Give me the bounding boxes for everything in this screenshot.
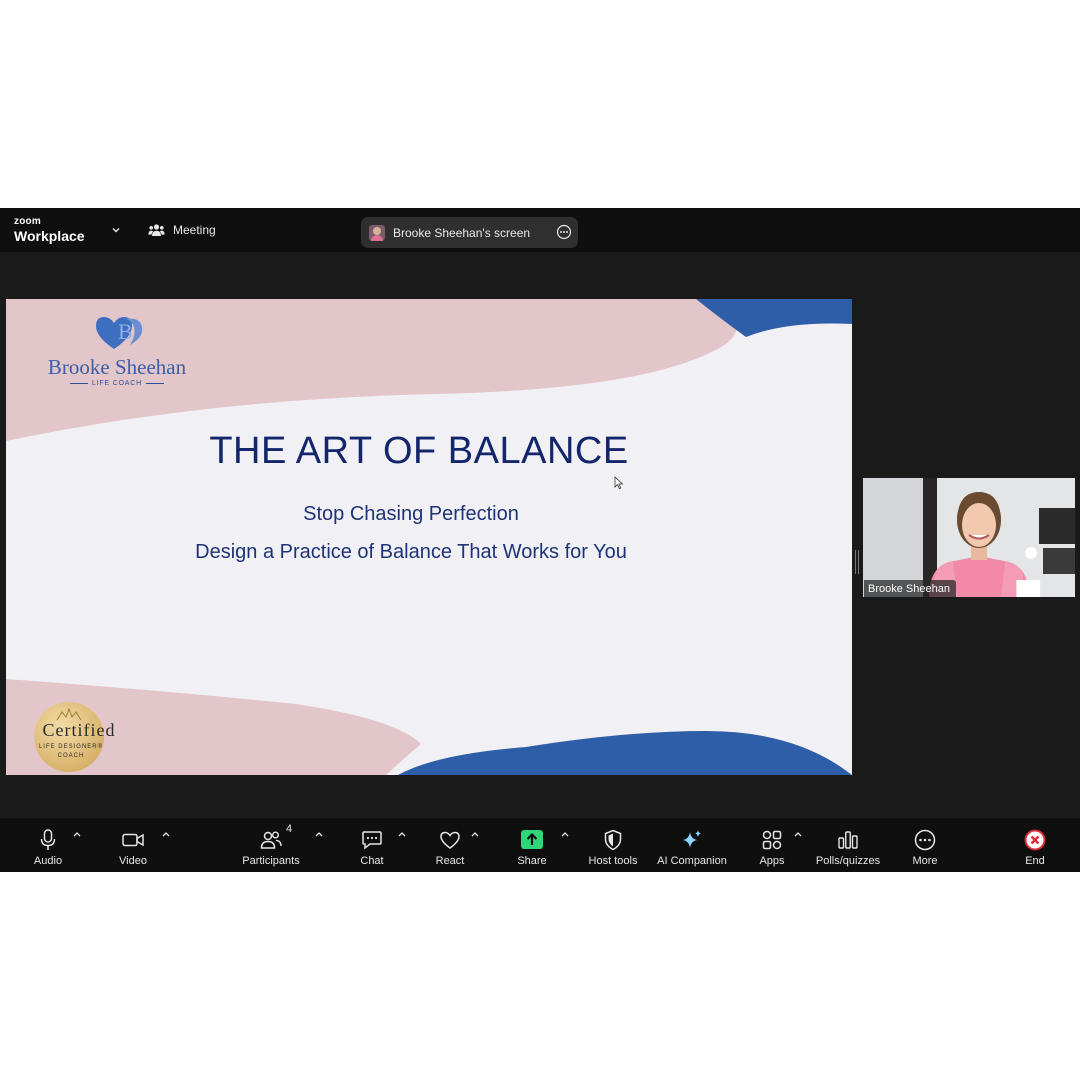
meeting-menu[interactable]: Meeting (148, 222, 216, 238)
end-label: End (1025, 855, 1045, 867)
zoom-window: zoom Workplace Meeting Brooke Sheehan's … (0, 208, 1080, 872)
end-x-icon (1024, 829, 1046, 851)
slide-subtitle-1: Stop Chasing Perfection (303, 503, 519, 525)
mouse-cursor-icon (614, 476, 624, 490)
badge-title: Certified (42, 720, 116, 740)
certified-badge: Certified LIFE DESIGNER® COACH (34, 702, 114, 772)
top-bar: zoom Workplace Meeting Brooke Sheehan's … (0, 208, 1080, 252)
video-camera-icon (122, 833, 144, 847)
meeting-icon (148, 224, 165, 236)
panel-splitter-handle[interactable] (855, 550, 859, 574)
slide-title: THE ART OF BALANCE (209, 430, 629, 472)
heart-logo-icon: B (96, 317, 143, 349)
share-label: Share (517, 855, 547, 867)
participants-label: Participants (242, 855, 300, 867)
slide-subtitle-2: Design a Practice of Balance That Works … (195, 541, 627, 563)
chat-bubble-icon (362, 831, 382, 850)
react-button[interactable]: React (405, 826, 495, 868)
share-arrow-icon (521, 830, 543, 849)
meeting-toolbar: Audio Video Participants 4 Chat React Sh… (0, 818, 1080, 872)
ai-companion-button[interactable]: AI Companion (647, 826, 737, 868)
microphone-icon (40, 829, 56, 850)
participants-count: 4 (286, 823, 293, 835)
brand-small: zoom (14, 216, 41, 227)
participants-options-caret-icon[interactable] (314, 830, 324, 838)
video-label: Video (119, 855, 147, 867)
bar-chart-icon (838, 831, 858, 849)
more-dots-icon (914, 829, 936, 851)
ai-companion-label: AI Companion (657, 855, 727, 867)
react-options-caret-icon[interactable] (470, 830, 480, 838)
participant-video-tile[interactable]: Brooke Sheehan (863, 478, 1075, 597)
apps-icon (762, 830, 782, 850)
end-meeting-button[interactable]: End (990, 826, 1080, 868)
badge-subtitle-2: COACH (57, 753, 85, 759)
more-button[interactable]: More (880, 826, 970, 868)
host-tools-label: Host tools (588, 855, 638, 867)
svg-text:B: B (118, 319, 133, 344)
zoom-brand[interactable]: zoom Workplace (14, 216, 85, 244)
audio-label: Audio (33, 855, 63, 867)
apps-options-caret-icon[interactable] (793, 830, 803, 838)
signal-strength-icon (1016, 580, 1041, 597)
brand-logo: B Brooke Sheehan LIFE COACH (32, 311, 212, 393)
shield-icon (604, 829, 622, 851)
brand-big: Workplace (14, 228, 85, 244)
meeting-label: Meeting (173, 223, 216, 237)
logo-subtitle: LIFE COACH (32, 380, 202, 387)
shared-screen-label: Brooke Sheehan's screen (393, 225, 531, 240)
more-options-icon[interactable] (556, 224, 572, 240)
participants-button[interactable]: Participants (226, 826, 316, 868)
people-icon (260, 831, 282, 849)
shared-screen-pill[interactable]: Brooke Sheehan's screen (361, 217, 578, 248)
badge-subtitle-1: LIFE DESIGNER® (38, 744, 104, 750)
chevron-down-icon[interactable] (110, 224, 122, 236)
react-label: React (435, 855, 465, 867)
presenter-avatar (369, 224, 385, 241)
more-label: More (912, 855, 938, 867)
participant-name-tag: Brooke Sheehan (864, 580, 1041, 597)
host-tools-button[interactable]: Host tools (568, 826, 658, 868)
heart-icon (440, 831, 460, 849)
sparkle-icon (683, 830, 701, 848)
video-options-caret-icon[interactable] (161, 830, 171, 838)
chat-label: Chat (360, 855, 384, 867)
audio-options-caret-icon[interactable] (72, 830, 82, 838)
shared-slide: B Brooke Sheehan LIFE COACH THE ART OF B… (6, 299, 852, 775)
logo-name: Brooke Sheehan (47, 355, 187, 379)
